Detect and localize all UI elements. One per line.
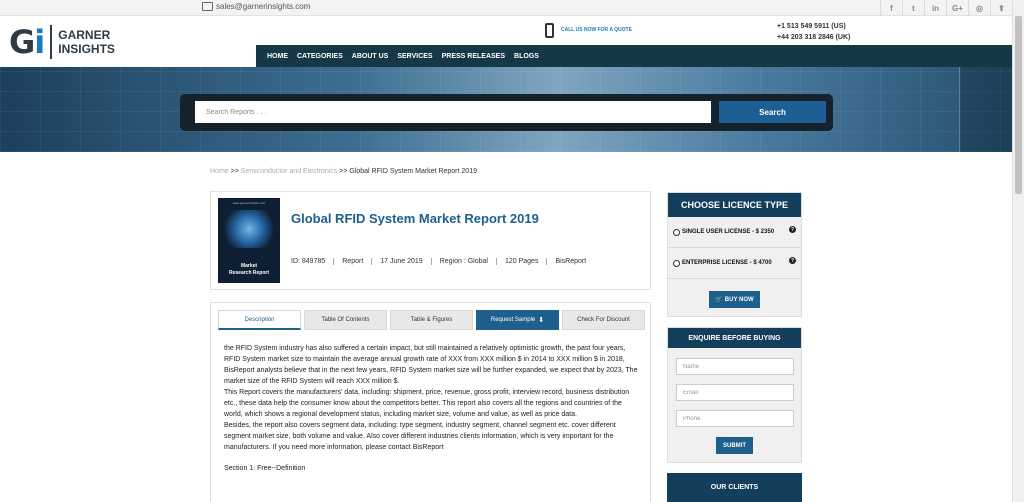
description-text: the RFID System industry has also suffer… [224,343,642,474]
linkedin-icon[interactable]: in [924,0,946,16]
enquiry-form: ENQUIRE BEFORE BUYING SUBMIT [667,327,802,463]
twitter-icon[interactable]: t [902,0,924,16]
nav-categories[interactable]: CATEGORIES [297,53,343,60]
breadcrumb: Home >> Semiconductor and Electronics >>… [210,168,477,175]
breadcrumb-home[interactable]: Home [210,168,229,175]
search-button[interactable]: Search [719,101,826,123]
logo-text: GARNER INSIGHTS [58,28,115,56]
report-details: Description Table Of Contents Table & Fi… [210,302,651,502]
single-license-label: SINGLE USER LICENSE - $ 2350 [682,229,775,235]
nav-services[interactable]: SERVICES [397,53,432,60]
facebook-icon[interactable]: f [880,0,902,16]
licence-option-enterprise[interactable]: ENTERPRISE LICENSE - $ 4700 ? [668,248,801,279]
single-license-radio[interactable] [673,228,680,236]
name-field[interactable] [676,358,794,375]
report-type: Report [333,258,371,265]
nav-home[interactable]: HOME [267,53,288,60]
report-date: 17 June 2019 [371,258,430,265]
enterprise-license-label: ENTERPRISE LICENSE - $ 4700 [682,260,772,266]
scrollbar-thumb[interactable] [1015,16,1022,194]
report-meta: ID: 849785 Report 17 June 2019 Region : … [291,258,594,265]
licence-title: CHOOSE LICENCE TYPE [668,193,801,217]
report-cover-image: www.garnerinsights.com Market Research Re… [218,198,280,283]
call-now-text: CALL US NOW FOR A QUOTE [561,27,632,33]
download-icon: ⬇ [538,317,545,324]
section-heading: Section 1: Free--Definition [224,465,306,472]
help-icon[interactable]: ? [789,226,796,233]
site-logo[interactable]: Gi GARNER INSIGHTS [9,23,115,61]
email-link[interactable]: sales@garnerinsights.com [202,2,310,11]
social-links: f t in G+ ◎ ⬆ [880,0,1012,16]
submit-button[interactable]: SUBMIT [716,437,753,454]
logo-divider [50,25,53,59]
licence-panel: CHOOSE LICENCE TYPE SINGLE USER LICENSE … [667,192,802,317]
scroll-top-icon[interactable]: ⬆ [990,0,1012,16]
phone-us[interactable]: +1 513 549 5911 (US) [777,21,850,32]
request-sample-label: Request Sample [490,317,536,323]
description-paragraph: This Report covers the manufacturers' da… [224,389,630,418]
google-plus-icon[interactable]: G+ [946,0,968,16]
licence-option-single[interactable]: SINGLE USER LICENSE - $ 2350 ? [668,217,801,248]
breadcrumb-separator: >> [339,168,348,175]
search-input[interactable] [195,101,711,123]
report-tabs: Description Table Of Contents Table & Fi… [218,310,645,330]
report-publisher: BisReport [546,258,594,265]
description-paragraph: the RFID System industry has also suffer… [224,345,638,385]
cover-site: www.garnerinsights.com [232,201,266,205]
main-nav: HOME CATEGORIES ABOUT US SERVICES PRESS … [256,45,1012,67]
cart-icon: 🛒 [715,297,723,303]
hero-side-panel [959,67,1012,152]
buy-now-button[interactable]: 🛒 BUY NOW [709,291,760,308]
report-pages: 120 Pages [495,258,546,265]
description-paragraph: Besides, the report also covers segment … [224,422,616,451]
enterprise-license-radio[interactable] [673,259,680,267]
report-region: Region : Global [430,258,496,265]
tab-request-sample[interactable]: Request Sample ⬇ [476,310,559,330]
email-field[interactable] [676,384,794,401]
cover-graphic [224,210,274,248]
phone-field[interactable] [676,410,794,427]
enquiry-title: ENQUIRE BEFORE BUYING [668,328,801,348]
tab-check-discount[interactable]: Check For Discount [562,310,645,330]
product-summary: www.garnerinsights.com Market Research Re… [210,191,651,290]
tab-table-figures[interactable]: Table & Figures [390,310,473,330]
nav-press-releases[interactable]: PRESS RELEASES [442,53,505,60]
report-title: Global RFID System Market Report 2019 [291,211,539,226]
our-clients-header: OUR CLIENTS [667,473,802,502]
logo-mark: Gi [9,23,45,61]
hero-banner: Search [0,67,1012,152]
mobile-phone-icon [545,23,554,38]
cover-title: Market Research Report [228,263,269,276]
dribbble-icon[interactable]: ◎ [968,0,990,16]
search-bar: Search [180,94,833,131]
breadcrumb-separator: >> [230,168,239,175]
envelope-icon [202,2,213,11]
help-icon[interactable]: ? [789,257,796,264]
phone-uk[interactable]: +44 203 318 2846 (UK) [777,32,850,43]
nav-blogs[interactable]: BLOGS [514,53,539,60]
breadcrumb-category[interactable]: Semiconductor and Electronics [241,168,338,175]
breadcrumb-current: Global RFID System Market Report 2019 [349,168,477,175]
tab-table-of-contents[interactable]: Table Of Contents [304,310,387,330]
nav-about-us[interactable]: ABOUT US [352,53,389,60]
buy-now-label: BUY NOW [724,296,754,303]
tab-description[interactable]: Description [218,310,301,330]
page-scrollbar[interactable] [1012,0,1024,502]
email-text: sales@garnerinsights.com [216,2,311,11]
report-id: ID: 849785 [291,258,326,265]
contact-numbers: +1 513 549 5911 (US) +44 203 318 2846 (U… [777,21,850,43]
top-bar: sales@garnerinsights.com f t in G+ ◎ ⬆ [0,0,1012,16]
